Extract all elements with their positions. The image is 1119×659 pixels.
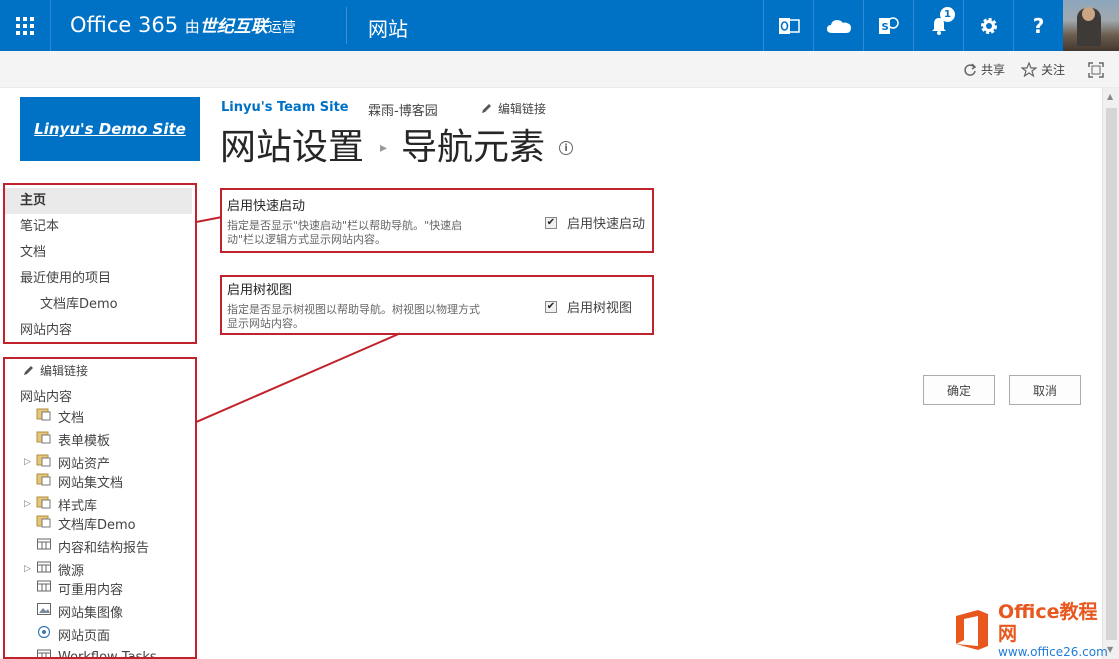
office-logo-icon <box>952 608 992 652</box>
site-logo-text: Linyu's Demo Site <box>34 120 186 138</box>
help-button[interactable]: ? <box>1013 0 1063 51</box>
gear-icon <box>980 17 997 34</box>
settings-button[interactable] <box>963 0 1013 51</box>
scroll-up-icon[interactable]: ▲ <box>1107 92 1113 101</box>
svg-text:S: S <box>881 22 888 33</box>
sharepoint-icon: S <box>878 16 899 34</box>
annotation-box-tree-view <box>3 357 197 659</box>
ribbon-bar: 共享 关注 <box>0 51 1119 88</box>
edit-links-label: 编辑链接 <box>498 102 547 116</box>
onedrive-button[interactable] <box>813 0 863 51</box>
breadcrumb-parent[interactable]: 网站设置 <box>220 118 364 170</box>
quick-launch-setting-description: 指定是否显示"快速启动"栏以帮助导航。"快速启动"栏以逻辑方式显示网站内容。 <box>227 219 463 246</box>
cancel-button[interactable]: 取消 <box>1009 375 1081 405</box>
ok-button[interactable]: 确定 <box>923 375 995 405</box>
watermark-url: www.office26.com <box>998 645 1108 659</box>
quick-launch-checkbox[interactable]: ✔ 启用快速启动 <box>545 213 645 232</box>
breadcrumb-current: 导航元素 <box>401 127 546 168</box>
annotation-connector-quick-launch <box>196 216 221 223</box>
topnav-edit-links[interactable]: 编辑链接 <box>480 100 546 117</box>
tree-view-setting-title: 启用树视图 <box>227 283 293 298</box>
notification-badge: 1 <box>940 7 955 22</box>
sharepoint-button[interactable]: S <box>863 0 913 51</box>
checkbox-checked-icon: ✔ <box>545 216 557 229</box>
vertical-scrollbar[interactable]: ▲ ▼ <box>1102 88 1119 659</box>
follow-label: 关注 <box>1041 63 1066 77</box>
checkbox-checked-icon: ✔ <box>545 300 557 313</box>
share-label: 共享 <box>981 63 1006 77</box>
waffle-icon <box>16 16 34 35</box>
suite-divider <box>346 7 347 44</box>
outlook-button[interactable] <box>763 0 813 51</box>
quick-launch-checkbox-label: 启用快速启动 <box>567 217 646 232</box>
follow-button[interactable]: 关注 <box>1021 51 1065 88</box>
help-icon: ? <box>1032 13 1045 38</box>
office365-brand[interactable]: Office 365 由世纪互联运营 <box>70 12 296 37</box>
page-title: 网站设置 ▸ 导航元素 i <box>220 118 574 170</box>
brand-operator: 世纪互联 <box>199 17 268 37</box>
annotation-connector-tree-view <box>196 332 401 423</box>
brand-main: Office 365 <box>70 13 179 37</box>
notifications-button[interactable]: 1 <box>913 0 963 51</box>
breadcrumb-arrow-icon: ▸ <box>380 140 388 156</box>
brand-suffix: 运营 <box>267 20 296 36</box>
star-icon <box>1021 62 1037 77</box>
app-launcher-button[interactable] <box>0 0 51 51</box>
user-avatar[interactable] <box>1063 0 1119 51</box>
watermark-title: Office教程网 <box>998 601 1098 645</box>
info-icon[interactable]: i <box>559 141 574 155</box>
tree-view-checkbox[interactable]: ✔ 启用树视图 <box>545 297 632 316</box>
site-logo[interactable]: Linyu's Demo Site <box>20 97 200 161</box>
suite-bar: Office 365 由世纪互联运营 网站 S 1 ? <box>0 0 1119 51</box>
outlook-icon <box>778 17 800 34</box>
scrollbar-thumb[interactable] <box>1106 108 1117 640</box>
suite-app-title[interactable]: 网站 <box>368 13 408 42</box>
focus-content-button[interactable] <box>1088 51 1108 88</box>
share-button[interactable]: 共享 <box>963 51 1005 88</box>
annotation-box-quick-launch <box>3 183 197 344</box>
watermark: Office教程网 www.office26.com <box>952 601 1116 659</box>
focus-mode-icon <box>1088 61 1104 78</box>
pencil-icon <box>482 103 491 113</box>
share-icon <box>964 62 977 76</box>
brand-by: 由 <box>184 18 200 36</box>
topnav-blog[interactable]: 霖雨-博客园 <box>368 100 438 119</box>
tree-view-setting-description: 指定是否显示树视图以帮助导航。树视图以物理方式显示网站内容。 <box>227 303 480 330</box>
quick-launch-setting-title: 启用快速启动 <box>227 199 306 214</box>
topnav-team-site[interactable]: Linyu's Team Site <box>221 100 349 115</box>
tree-view-checkbox-label: 启用树视图 <box>567 301 633 316</box>
onedrive-icon <box>826 19 851 33</box>
